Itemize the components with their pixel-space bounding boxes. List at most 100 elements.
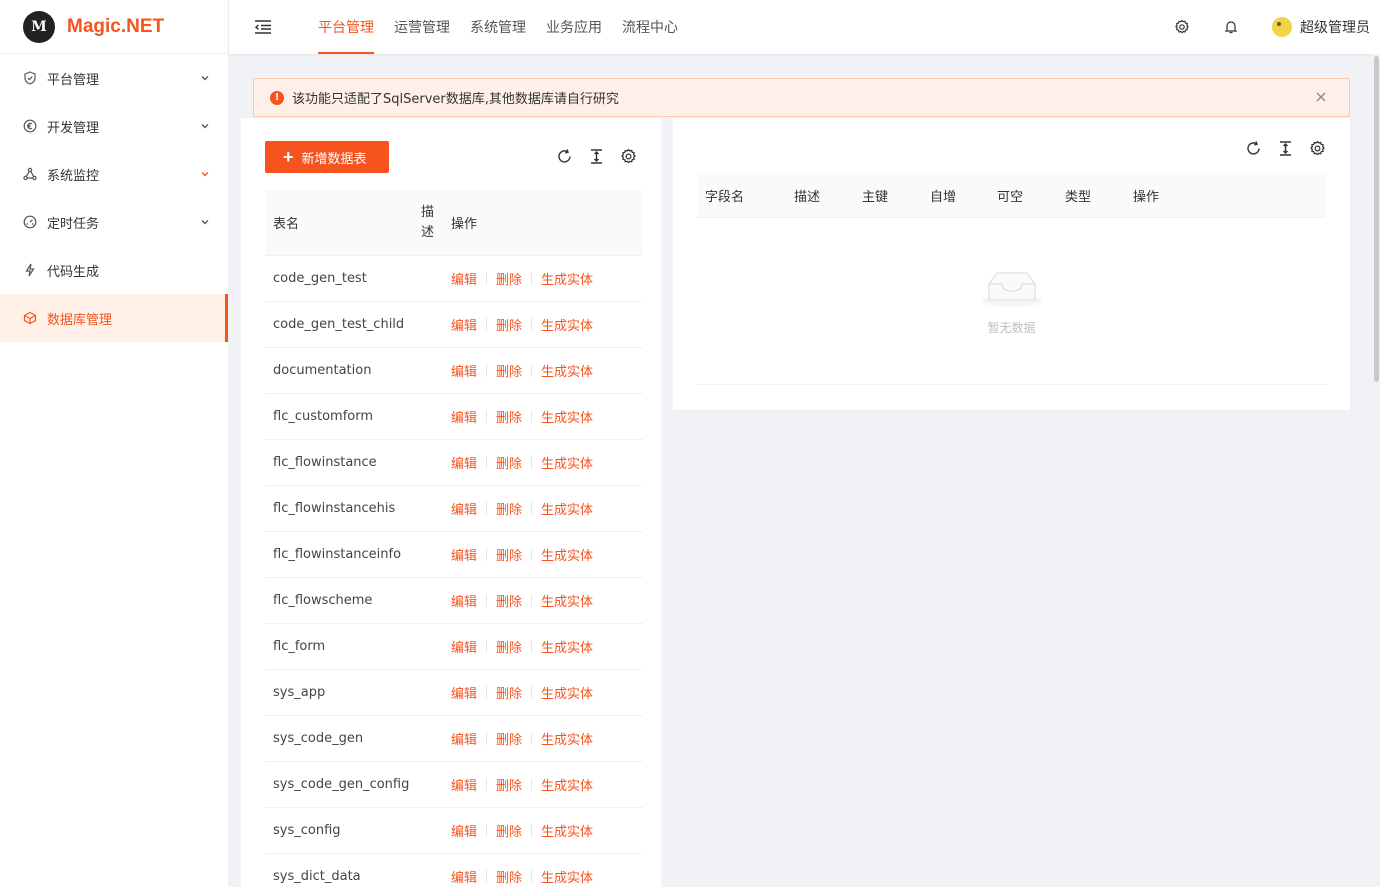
reload-icon[interactable] — [556, 148, 573, 165]
bell-icon[interactable] — [1223, 19, 1239, 35]
table-row: code_gen_test_child 编辑 删除 生成实体 — [265, 302, 643, 348]
setting-icon[interactable] — [1309, 140, 1326, 157]
row-actions: 编辑 删除 生成实体 — [451, 315, 593, 334]
delete-link[interactable]: 删除 — [496, 637, 522, 656]
row-actions: 编辑 删除 生成实体 — [451, 269, 593, 288]
delete-link[interactable]: 删除 — [496, 407, 522, 426]
generate-entity-link[interactable]: 生成实体 — [541, 775, 593, 794]
edit-link[interactable]: 编辑 — [451, 683, 477, 702]
delete-link[interactable]: 删除 — [496, 821, 522, 840]
delete-link[interactable]: 删除 — [496, 361, 522, 380]
delete-link[interactable]: 删除 — [496, 683, 522, 702]
shield-icon — [23, 71, 37, 85]
delete-link[interactable]: 删除 — [496, 729, 522, 748]
table-name-cell: flc_flowinstancehis — [273, 501, 396, 516]
edit-link[interactable]: 编辑 — [451, 407, 477, 426]
generate-entity-link[interactable]: 生成实体 — [541, 453, 593, 472]
column-height-icon[interactable] — [588, 148, 605, 165]
action-divider — [531, 410, 533, 423]
logo[interactable]: M Magic.NET — [0, 0, 228, 54]
table-name-cell: flc_form — [273, 639, 326, 654]
sidebar-item-codegen[interactable]: 代码生成 — [0, 246, 228, 294]
generate-entity-link[interactable]: 生成实体 — [541, 361, 593, 380]
generate-entity-link[interactable]: 生成实体 — [541, 545, 593, 564]
delete-link[interactable]: 删除 — [496, 591, 522, 610]
database-icon — [23, 311, 37, 325]
table-row: flc_customform 编辑 删除 生成实体 — [265, 394, 643, 440]
table-name-cell: flc_flowscheme — [273, 593, 373, 608]
generate-entity-link[interactable]: 生成实体 — [541, 637, 593, 656]
tab-workflow[interactable]: 流程中心 — [612, 0, 688, 54]
col-header-nullable: 可空 — [997, 189, 1024, 205]
action-divider — [531, 502, 533, 515]
table-row: flc_flowinstanceinfo 编辑 删除 生成实体 — [265, 532, 643, 578]
add-table-button[interactable]: + 新增数据表 — [265, 141, 389, 173]
delete-link[interactable]: 删除 — [496, 315, 522, 334]
generate-entity-link[interactable]: 生成实体 — [541, 269, 593, 288]
edit-link[interactable]: 编辑 — [451, 545, 477, 564]
gear-icon[interactable] — [1174, 19, 1190, 35]
sidebar-item-schedule[interactable]: 定时任务 — [0, 198, 228, 246]
generate-entity-link[interactable]: 生成实体 — [541, 821, 593, 840]
generate-entity-link[interactable]: 生成实体 — [541, 591, 593, 610]
empty-state: 暂无数据 — [697, 218, 1326, 385]
edit-link[interactable]: 编辑 — [451, 775, 477, 794]
column-height-icon[interactable] — [1277, 140, 1294, 157]
table-list-card: + 新增数据表 表名 描 述 操作 code_gen_test 编辑 删除 生成实体 c… — [241, 118, 661, 887]
delete-link[interactable]: 删除 — [496, 867, 522, 886]
tab-platform[interactable]: 平台管理 — [308, 0, 384, 54]
setting-icon[interactable] — [620, 148, 637, 165]
top-nav: 平台管理 运营管理 系统管理 业务应用 流程中心 — [308, 0, 688, 54]
table-name-cell: flc_customform — [273, 409, 374, 424]
sidebar-item-platform[interactable]: 平台管理 — [0, 54, 228, 102]
generate-entity-link[interactable]: 生成实体 — [541, 499, 593, 518]
sidebar-item-dev[interactable]: 开发管理 — [0, 102, 228, 150]
chevron-down-icon — [201, 124, 209, 129]
close-icon[interactable] — [1315, 91, 1327, 103]
delete-link[interactable]: 删除 — [496, 269, 522, 288]
tab-system[interactable]: 系统管理 — [460, 0, 536, 54]
action-divider — [531, 456, 533, 469]
edit-link[interactable]: 编辑 — [451, 453, 477, 472]
menu-fold-icon[interactable] — [253, 17, 273, 37]
generate-entity-link[interactable]: 生成实体 — [541, 683, 593, 702]
reload-icon[interactable] — [1245, 140, 1262, 157]
edit-link[interactable]: 编辑 — [451, 867, 477, 886]
sidebar-item-monitor[interactable]: 系统监控 — [0, 150, 228, 198]
action-divider — [531, 778, 533, 791]
row-actions: 编辑 删除 生成实体 — [451, 729, 593, 748]
generate-entity-link[interactable]: 生成实体 — [541, 729, 593, 748]
action-divider — [486, 824, 488, 837]
inbox-icon — [981, 272, 1042, 307]
edit-link[interactable]: 编辑 — [451, 591, 477, 610]
action-divider — [486, 686, 488, 699]
sidebar-item-label: 数据库管理 — [47, 312, 113, 328]
tab-operations[interactable]: 运营管理 — [384, 0, 460, 54]
action-divider — [531, 732, 533, 745]
avatar[interactable] — [1272, 17, 1292, 37]
delete-link[interactable]: 删除 — [496, 545, 522, 564]
table-name-cell: code_gen_test — [273, 271, 367, 286]
generate-entity-link[interactable]: 生成实体 — [541, 407, 593, 426]
delete-link[interactable]: 删除 — [496, 453, 522, 472]
generate-entity-link[interactable]: 生成实体 — [541, 867, 593, 886]
edit-link[interactable]: 编辑 — [451, 361, 477, 380]
edit-link[interactable]: 编辑 — [451, 821, 477, 840]
delete-link[interactable]: 删除 — [496, 775, 522, 794]
generate-entity-link[interactable]: 生成实体 — [541, 315, 593, 334]
scrollbar-thumb[interactable] — [1374, 56, 1379, 382]
left-toolbar — [541, 148, 637, 165]
tab-business[interactable]: 业务应用 — [536, 0, 612, 54]
edit-link[interactable]: 编辑 — [451, 729, 477, 748]
column-table-header: 字段名 描述 主键 自增 可空 类型 操作 — [697, 173, 1326, 218]
sidebar-item-label: 系统监控 — [47, 168, 100, 184]
user-name[interactable]: 超级管理员 — [1300, 17, 1370, 37]
edit-link[interactable]: 编辑 — [451, 269, 477, 288]
sidebar-item-database[interactable]: 数据库管理 — [0, 294, 228, 342]
action-divider — [486, 272, 488, 285]
delete-link[interactable]: 删除 — [496, 499, 522, 518]
edit-link[interactable]: 编辑 — [451, 637, 477, 656]
page-scrollbar[interactable] — [1372, 54, 1380, 887]
edit-link[interactable]: 编辑 — [451, 499, 477, 518]
edit-link[interactable]: 编辑 — [451, 315, 477, 334]
